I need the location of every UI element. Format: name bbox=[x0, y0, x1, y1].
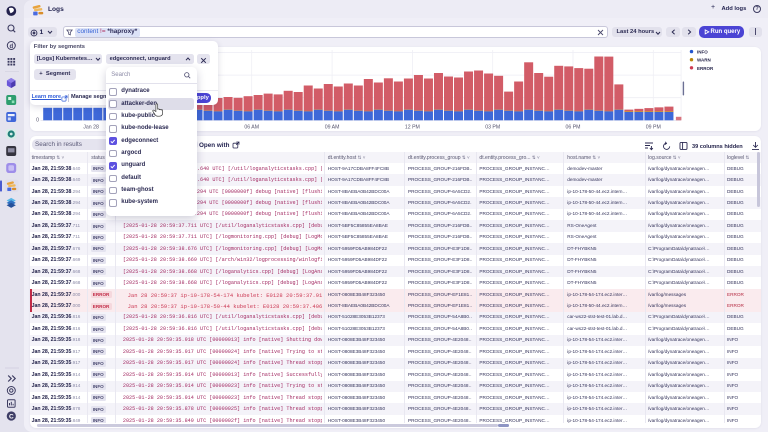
svg-text:WARN: WARN bbox=[697, 58, 711, 63]
svg-text:0: 0 bbox=[36, 117, 39, 123]
svg-text:C: C bbox=[9, 414, 14, 421]
svg-text:12 PM: 12 PM bbox=[404, 124, 419, 130]
svg-text:09 AM: 09 AM bbox=[324, 124, 339, 130]
svg-text:06 PM: 06 PM bbox=[565, 124, 580, 130]
svg-text:Jan 28: Jan 28 bbox=[83, 124, 99, 130]
svg-text:d: d bbox=[9, 44, 13, 50]
svg-text:03 PM: 03 PM bbox=[485, 124, 500, 130]
svg-text:39 columns hidden: 39 columns hidden bbox=[692, 144, 743, 150]
svg-text:INFO: INFO bbox=[697, 50, 708, 55]
svg-text:06 AM: 06 AM bbox=[244, 124, 259, 130]
svg-text:ERROR: ERROR bbox=[697, 66, 714, 71]
svg-text:09 PM: 09 PM bbox=[645, 124, 660, 130]
